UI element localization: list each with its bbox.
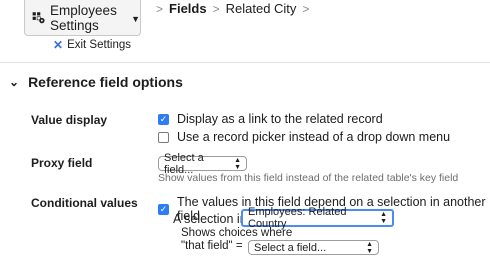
close-icon: ✕ — [53, 38, 64, 52]
display-as-link-checkbox[interactable]: ✓ — [158, 113, 169, 125]
chevron-down-icon: ⌄ — [9, 75, 20, 89]
shows-choices-label: Shows choices where — [181, 227, 293, 239]
display-as-link-label: Display as a link to the related record — [177, 112, 383, 126]
value-display-label: Value display — [31, 113, 108, 127]
section-header[interactable]: ⌄ Reference field options — [9, 74, 183, 90]
breadcrumb: > Fields > Related City > — [150, 1, 315, 16]
that-field-select-value: Select a field... — [254, 241, 327, 254]
table-settings-button[interactable]: Employees Settings ▼ — [24, 0, 141, 36]
exit-settings-link[interactable]: ✕ Exit Settings — [53, 38, 131, 52]
breadcrumb-item-fields[interactable]: Fields — [169, 1, 207, 16]
select-arrows-icon: ▲ ▼ — [234, 156, 241, 171]
proxy-field-select[interactable]: Select a field... ▲ ▼ — [158, 152, 247, 176]
that-field-label: "that field" = — [181, 240, 243, 252]
section-title: Reference field options — [28, 74, 183, 90]
breadcrumb-separator-icon: > — [156, 1, 164, 16]
proxy-field-label: Proxy field — [31, 156, 93, 170]
caret-down-icon: ▼ — [131, 13, 140, 24]
exit-settings-label: Exit Settings — [67, 39, 131, 51]
breadcrumb-item-related-city[interactable]: Related City — [226, 1, 297, 16]
record-picker-checkbox[interactable] — [158, 131, 169, 143]
selection-in-label: A selection in — [173, 212, 247, 226]
proxy-field-help: Show values from this field instead of t… — [158, 172, 459, 184]
breadcrumb-separator-icon: > — [212, 1, 220, 16]
table-settings-icon — [32, 11, 45, 23]
display-as-link-option[interactable]: ✓ Display as a link to the related recor… — [158, 112, 383, 126]
select-arrows-icon: ▲ ▼ — [380, 211, 387, 225]
breadcrumb-separator-icon: > — [302, 1, 310, 16]
settings-button-label: Employees Settings — [50, 2, 117, 33]
that-field-select[interactable]: Select a field... ▲ ▼ — [248, 240, 379, 255]
selection-in-select[interactable]: Employees: Related Country ▲ ▼ — [241, 206, 394, 230]
record-picker-option[interactable]: Use a record picker instead of a drop do… — [158, 130, 450, 144]
select-arrows-icon: ▲ ▼ — [366, 240, 373, 255]
record-picker-label: Use a record picker instead of a drop do… — [177, 130, 451, 144]
header-divider — [0, 62, 490, 63]
conditional-values-label: Conditional values — [31, 196, 138, 210]
conditional-values-checkbox[interactable]: ✓ — [158, 203, 169, 215]
